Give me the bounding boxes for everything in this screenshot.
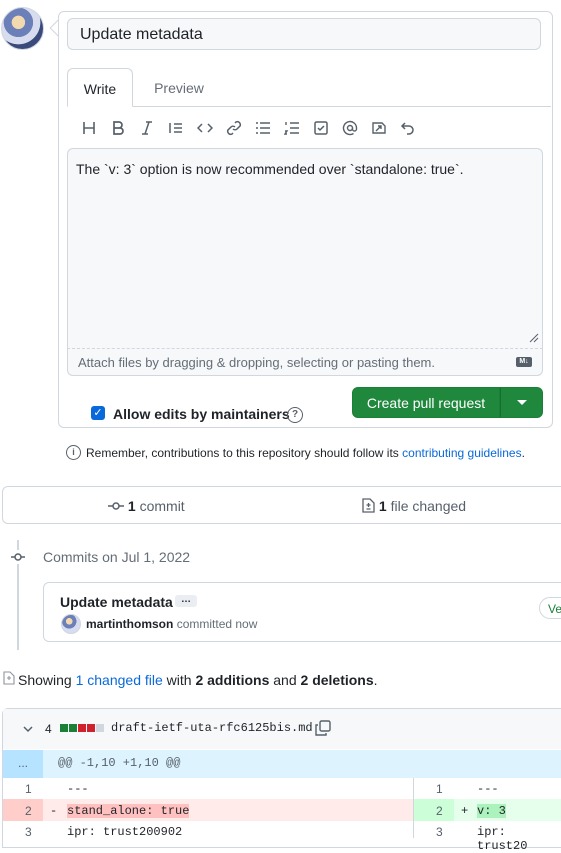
code-line: v: 3	[477, 804, 506, 818]
heading-icon[interactable]	[74, 117, 103, 139]
diffstat-add-block	[69, 724, 77, 732]
diff-summary: Showing 1 changed file with 2 additions …	[18, 672, 378, 688]
author-link[interactable]: martinthomson	[86, 617, 173, 631]
code-icon[interactable]	[190, 117, 219, 139]
line-number[interactable]: 2	[436, 804, 443, 818]
line-number[interactable]: 1	[436, 782, 443, 796]
verified-badge[interactable]: Ve	[539, 597, 561, 619]
changed-file-link[interactable]: 1 changed file	[76, 672, 163, 688]
added-line-number-cell	[414, 799, 454, 821]
commit-icon	[11, 550, 25, 564]
attach-hint: Attach files by dragging & dropping, sel…	[78, 355, 435, 370]
bold-icon[interactable]	[103, 117, 132, 139]
diff-sign: +	[461, 804, 469, 818]
deleted-line-number-cell	[3, 799, 43, 821]
italic-icon[interactable]	[132, 117, 161, 139]
line-number[interactable]: 2	[25, 804, 32, 818]
expand-hunk-button[interactable]: ...	[3, 750, 43, 778]
diffstat-add-block	[60, 724, 68, 732]
pr-stats-bar	[2, 486, 561, 524]
create-options-dropdown[interactable]	[500, 387, 543, 418]
mention-icon[interactable]	[335, 117, 364, 139]
resize-handle-icon[interactable]	[527, 331, 539, 343]
file-name-link[interactable]: draft-ietf-uta-rfc6125bis.md	[111, 721, 313, 735]
undo-icon[interactable]	[393, 117, 422, 139]
tab-write[interactable]: Write	[67, 68, 133, 107]
reference-icon[interactable]	[364, 117, 393, 139]
split-divider	[413, 778, 414, 838]
copy-icon[interactable]	[315, 720, 331, 736]
link-icon[interactable]	[219, 117, 248, 139]
commit-title-link[interactable]: Update metadata	[60, 594, 173, 610]
file-diff-icon	[3, 671, 15, 685]
code-line: ---	[67, 782, 89, 796]
contributing-guidelines-link[interactable]: contributing guidelines	[402, 446, 521, 460]
code-line: ---	[477, 782, 499, 796]
attach-files-bar[interactable]: Attach files by dragging & dropping, sel…	[67, 348, 543, 376]
commits-tab[interactable]: 1 commit	[108, 498, 185, 514]
diffstat-del-block	[87, 724, 95, 732]
commit-icon	[108, 502, 124, 510]
diff-sign: -	[50, 804, 58, 818]
question-icon[interactable]: ?	[287, 407, 303, 423]
contributing-note: Remember, contributions to this reposito…	[86, 446, 525, 460]
files-changed-tab[interactable]: 1 file changed	[362, 498, 466, 514]
avatar[interactable]	[1, 7, 44, 50]
diffstat-blocks	[60, 724, 104, 732]
markdown-icon[interactable]: M↓	[516, 357, 532, 367]
commits-date-heading: Commits on Jul 1, 2022	[43, 549, 191, 565]
task-list-icon[interactable]	[306, 117, 335, 139]
quote-icon[interactable]	[161, 117, 190, 139]
create-pull-request-button[interactable]: Create pull request	[352, 387, 500, 418]
body-textarea[interactable]: The `v: 3` option is now recommended ove…	[67, 148, 543, 348]
author-avatar[interactable]	[61, 614, 81, 634]
diffstat-del-block	[78, 724, 86, 732]
bullet-list-icon[interactable]	[248, 117, 277, 139]
commit-author-line: martinthomson committed now	[86, 617, 258, 631]
diffstat-neutral-block	[96, 724, 104, 732]
diff-change-count: 4	[45, 722, 52, 736]
info-icon: i	[66, 445, 81, 460]
chevron-down-icon[interactable]	[23, 724, 33, 734]
code-line: ipr: trust20	[477, 825, 528, 853]
markdown-toolbar	[74, 117, 422, 139]
numbered-list-icon[interactable]	[277, 117, 306, 139]
commit-card	[43, 582, 561, 642]
hunk-text: @@ -1,10 +1,10 @@	[58, 756, 181, 770]
file-diff-icon	[362, 498, 375, 513]
deleted-line-row	[3, 799, 413, 821]
tab-preview[interactable]: Preview	[139, 68, 219, 107]
line-number[interactable]: 1	[25, 782, 32, 796]
allow-edits-checkbox[interactable]: ✓	[91, 406, 105, 420]
allow-edits-label[interactable]: Allow edits by maintainers	[113, 406, 290, 422]
code-line: stand_alone: true	[67, 804, 190, 818]
commit-expand-button[interactable]: …	[175, 595, 197, 607]
title-input[interactable]: Update metadata	[67, 18, 541, 50]
